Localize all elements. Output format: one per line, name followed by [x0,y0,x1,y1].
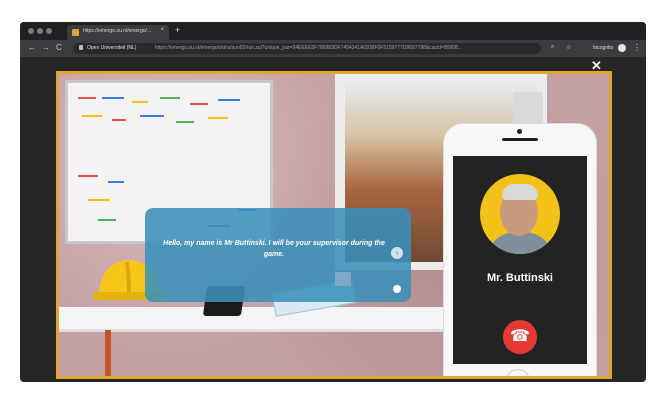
tab-title: https://emergo.ou.nl/emergo/... [83,28,152,34]
window-zoom-dot[interactable] [46,28,52,34]
caller-avatar [480,174,560,254]
whiteboard-mark [218,99,240,101]
whiteboard-mark [102,97,124,99]
desk-leg [105,330,111,376]
dialog-bubble: Hello, my name is Mr Buttinski. I will b… [145,208,411,302]
avatar-hair [502,184,538,200]
whiteboard-mark [82,115,102,117]
whiteboard-mark [112,119,126,121]
hangup-phone-icon[interactable]: ☎ [503,320,537,354]
call-screen: Mr. Buttinski ☎ [453,156,587,364]
replay-icon[interactable] [393,285,401,293]
new-tab-button[interactable]: + [175,25,180,35]
forward-icon[interactable]: → [42,43,50,52]
whiteboard-mark [190,103,208,105]
incognito-icon[interactable] [618,44,626,52]
tab-close-icon[interactable]: × [160,27,164,33]
lock-icon [79,45,83,50]
home-button[interactable] [506,369,530,376]
office-scene: Hello, my name is Mr Buttinski. I will b… [56,71,612,379]
smartphone: Mr. Buttinski ☎ [443,123,597,376]
whiteboard-mark [78,97,96,99]
whiteboard-mark [88,199,110,201]
whiteboard-mark [108,181,124,183]
reload-icon[interactable]: C [56,43,62,52]
whiteboard-mark [98,219,116,221]
tab-strip: https://emergo.ou.nl/emergo/... × + [20,22,646,40]
phone-speaker [502,138,538,141]
menu-icon[interactable]: ⋮ [633,43,641,52]
window-minimize-dot[interactable] [37,28,43,34]
whiteboard-mark [132,101,148,103]
whiteboard-mark [176,121,194,123]
incognito-label: Incognito [593,45,614,51]
address-bar[interactable]: Open Universiteit (NL) https://emergo.ou… [73,43,541,54]
star-icon[interactable]: ☆ [566,44,571,51]
whiteboard-mark [78,175,98,177]
notes-stack[interactable] [335,272,351,286]
whiteboard-mark [208,117,228,119]
site-identity[interactable]: Open Universiteit (NL) [87,45,136,51]
dialog-text: Hello, my name is Mr Buttinski. I will b… [163,240,385,258]
whiteboard-mark [140,115,164,117]
search-icon[interactable]: ⌕ [551,44,554,51]
page-viewport: ✕ Hello, my name is Mr Buttinski. I will… [20,57,646,382]
next-arrow-icon[interactable]: › [391,247,403,259]
phone-camera [517,129,522,134]
whiteboard-mark [160,97,180,99]
back-icon[interactable]: ← [28,43,36,52]
window-close-dot[interactable] [28,28,34,34]
caller-name: Mr. Buttinski [486,272,553,284]
url-text[interactable]: https://emergo.ou.nl/emergo/skins/sun02/… [155,45,539,51]
browser-window: https://emergo.ou.nl/emergo/... × + ← → … [20,22,646,382]
browser-tab[interactable]: https://emergo.ou.nl/emergo/... × [67,25,169,40]
tab-favicon-icon [72,29,79,36]
browser-toolbar: ← → C Open Universiteit (NL) https://eme… [20,40,646,57]
